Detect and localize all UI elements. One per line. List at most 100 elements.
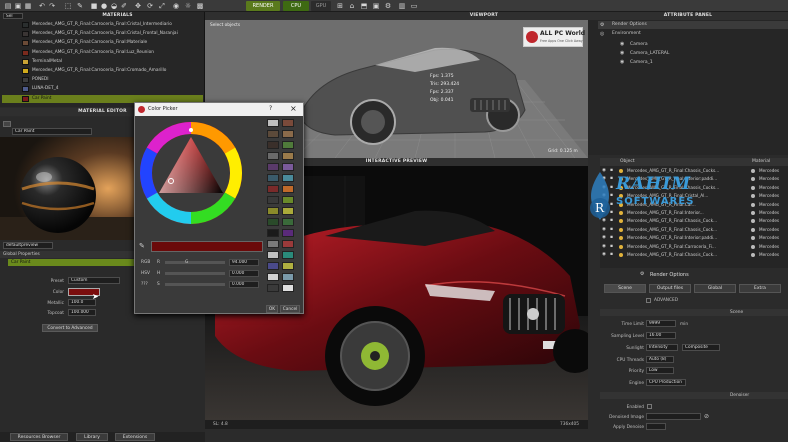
window-icon[interactable]: ▭ — [410, 2, 418, 10]
topcoat-field[interactable]: 100.000 — [68, 309, 96, 316]
new-file-icon[interactable]: ▤ — [4, 2, 12, 10]
move-icon[interactable]: ✥ — [134, 2, 142, 10]
convert-advanced-button[interactable]: Convert to Advanced — [42, 324, 98, 332]
material-name-field[interactable]: Car Paint — [12, 128, 92, 135]
cpu-threads-select[interactable]: Auto (8) — [646, 356, 674, 363]
palette-swatch[interactable] — [282, 196, 294, 204]
render-options-tab[interactable]: Output files — [649, 284, 691, 293]
color-wheel[interactable] — [139, 121, 243, 225]
palette-swatch[interactable] — [267, 185, 279, 193]
palette-swatch[interactable] — [267, 229, 279, 237]
denoised-image-field[interactable] — [646, 413, 701, 420]
select-icon[interactable]: ⬚ — [64, 2, 72, 10]
material-row[interactable]: Mercedes_AMG_GT_R_Final:Carrocería_Final… — [2, 67, 203, 75]
scene-tree-row[interactable]: ◉ ▪ Mercedes_AMG_GT_R_Final:Carrocería_Fi.… — [600, 243, 788, 251]
camera-row[interactable]: ◉ Camera_1 — [606, 59, 786, 67]
image-icon[interactable]: ▣ — [372, 2, 380, 10]
preset-select[interactable]: Custom — [68, 277, 120, 284]
palette-swatch[interactable] — [282, 262, 294, 270]
material-row[interactable]: LUNA-DET_4 — [2, 85, 203, 93]
palette-swatch[interactable] — [267, 130, 279, 138]
light-icon[interactable]: ☼ — [184, 2, 192, 10]
render-button[interactable]: RENDER — [246, 1, 280, 11]
palette-swatch[interactable] — [267, 207, 279, 215]
palette-swatch[interactable] — [267, 119, 279, 127]
denoiser-section-header[interactable]: Denoiser — [600, 392, 788, 399]
scene-tree-row[interactable]: ◉ ▪ Mercedes_AMG_GT_R_Final:Chassis_Cock..… — [600, 251, 788, 259]
visibility-icon[interactable]: ◉ — [602, 251, 606, 259]
render-options-row[interactable]: ⚙ Render Options — [598, 21, 788, 29]
paint-icon[interactable]: ✎ — [76, 2, 84, 10]
palette-swatch[interactable] — [282, 284, 294, 292]
lock-icon[interactable]: ▪ — [610, 226, 613, 234]
render-options-tab[interactable]: Extra — [739, 284, 781, 293]
eyedropper-icon[interactable]: ✎ — [139, 242, 148, 251]
lock-icon[interactable]: ▪ — [610, 251, 613, 259]
material-row[interactable]: TerminalMetal — [2, 58, 203, 66]
materials-search[interactable]: Sel — [3, 13, 23, 19]
color-slider[interactable] — [165, 261, 225, 264]
fit-icon[interactable]: ⊞ — [336, 2, 344, 10]
global-properties-header[interactable]: Global Properties — [0, 251, 135, 258]
palette-swatch[interactable] — [282, 229, 294, 237]
scene-tree-row[interactable]: ◉ ▪ Mercedes_AMG_GT_R_Final:Interior:paddi… — [600, 234, 788, 242]
open-file-icon[interactable]: ▣ — [14, 2, 22, 10]
apply-denoise-field[interactable] — [646, 423, 666, 430]
region-icon[interactable]: ⬒ — [360, 2, 368, 10]
render-options-tab[interactable]: Global — [694, 284, 736, 293]
settings-icon[interactable]: ⚙ — [384, 2, 392, 10]
layout-icon[interactable]: ▥ — [398, 2, 406, 10]
palette-swatch[interactable] — [267, 196, 279, 204]
metallic-field[interactable]: 100.0 — [68, 299, 96, 306]
object-column-header[interactable]: Object — [620, 158, 635, 166]
cpu-toggle[interactable]: CPU — [283, 1, 309, 11]
palette-swatch[interactable] — [267, 218, 279, 226]
grid-icon[interactable]: ▩ — [196, 2, 204, 10]
material-row[interactable]: Mercedes_AMG_GT_R_Final:Carrocería_Final… — [2, 49, 203, 57]
palette-swatch[interactable] — [267, 174, 279, 182]
palette-swatch[interactable] — [267, 273, 279, 281]
camera-row[interactable]: ◉ Camera — [606, 41, 786, 49]
cancel-button[interactable]: Cancel — [280, 305, 300, 313]
bottom-tab[interactable]: Resources Browser — [10, 433, 68, 441]
scale-icon[interactable]: ⤢ — [158, 2, 166, 10]
palette-swatch[interactable] — [282, 185, 294, 193]
palette-swatch[interactable] — [282, 207, 294, 215]
material-row[interactable]: Mercedes_AMG_GT_R_Final:Carrocería_Final… — [2, 30, 203, 38]
close-button[interactable]: × — [290, 104, 297, 113]
bucket-icon[interactable]: ◒ — [110, 2, 118, 10]
save-icon[interactable]: ▦ — [24, 2, 32, 10]
visibility-icon[interactable]: ◉ — [602, 243, 606, 251]
material-column-header[interactable]: Material — [752, 158, 770, 166]
palette-swatch[interactable] — [282, 174, 294, 182]
engine-select[interactable]: CPU Production — [646, 379, 686, 386]
palette-swatch[interactable] — [267, 152, 279, 160]
palette-swatch[interactable] — [282, 240, 294, 248]
stop-icon[interactable]: ■ — [90, 2, 98, 10]
palette-swatch[interactable] — [282, 251, 294, 259]
lock-icon[interactable]: ▪ — [610, 234, 613, 242]
palette-swatch[interactable] — [267, 163, 279, 171]
palette-swatch[interactable] — [282, 218, 294, 226]
time-limit-field[interactable]: 9999 — [646, 320, 676, 327]
visibility-icon[interactable]: ◉ — [602, 226, 606, 234]
camera-icon[interactable]: ◉ — [172, 2, 180, 10]
home-icon[interactable]: ⌂ — [348, 2, 356, 10]
undo-icon[interactable]: ↶ — [38, 2, 46, 10]
sunlight-select[interactable]: Intensity — [646, 344, 678, 351]
color-value-field[interactable]: 0.000 — [229, 270, 259, 277]
advanced-checkbox[interactable] — [646, 298, 651, 303]
color-slider[interactable] — [165, 272, 225, 275]
gpu-toggle[interactable]: GPU — [311, 1, 331, 11]
material-row[interactable]: Mercedes_AMG_GT_R_Final:Carrocería_Final… — [2, 21, 203, 29]
rotate-icon[interactable]: ⟳ — [146, 2, 154, 10]
denoiser-enabled-checkbox[interactable] — [647, 404, 652, 409]
palette-swatch[interactable] — [282, 273, 294, 281]
priority-select[interactable]: Low — [646, 367, 674, 374]
color-value-field[interactable]: 94.000 — [229, 259, 259, 266]
help-button[interactable]: ? — [269, 105, 272, 112]
sampling-field[interactable]: 16.00 — [646, 332, 676, 339]
palette-swatch[interactable] — [282, 130, 294, 138]
dropper-icon[interactable]: ✐ — [120, 2, 128, 10]
lock-icon[interactable]: ▪ — [610, 243, 613, 251]
